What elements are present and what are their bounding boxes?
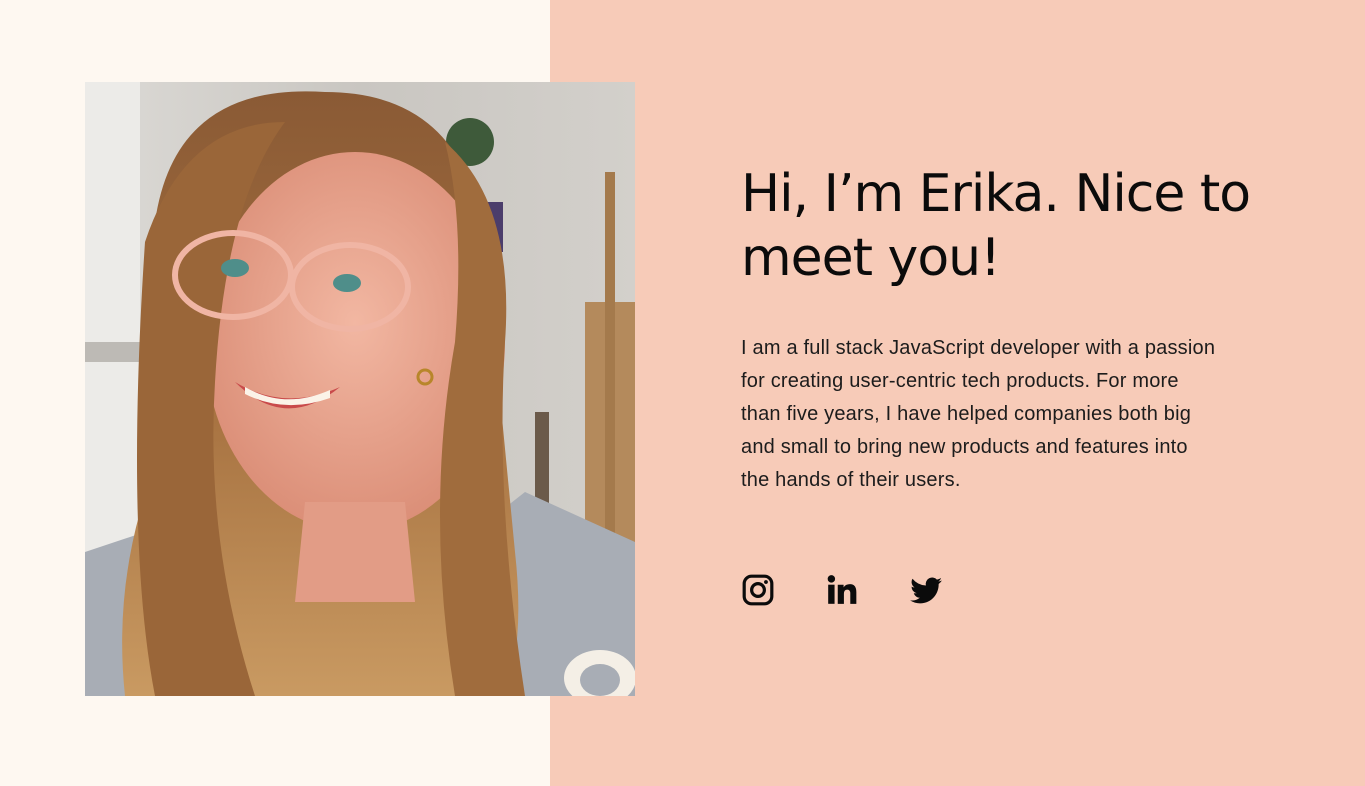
twitter-icon bbox=[910, 577, 942, 604]
instagram-link[interactable] bbox=[741, 573, 775, 607]
profile-photo bbox=[85, 82, 635, 696]
twitter-link[interactable] bbox=[909, 573, 943, 607]
intro-heading: Hi, I’m Erika. Nice to meet you! bbox=[741, 164, 1251, 288]
social-links bbox=[741, 573, 943, 607]
bio-paragraph: I am a full stack JavaScript developer w… bbox=[741, 337, 1216, 491]
linkedin-link[interactable] bbox=[825, 573, 859, 607]
linkedin-icon bbox=[827, 575, 857, 604]
instagram-icon bbox=[742, 574, 774, 606]
